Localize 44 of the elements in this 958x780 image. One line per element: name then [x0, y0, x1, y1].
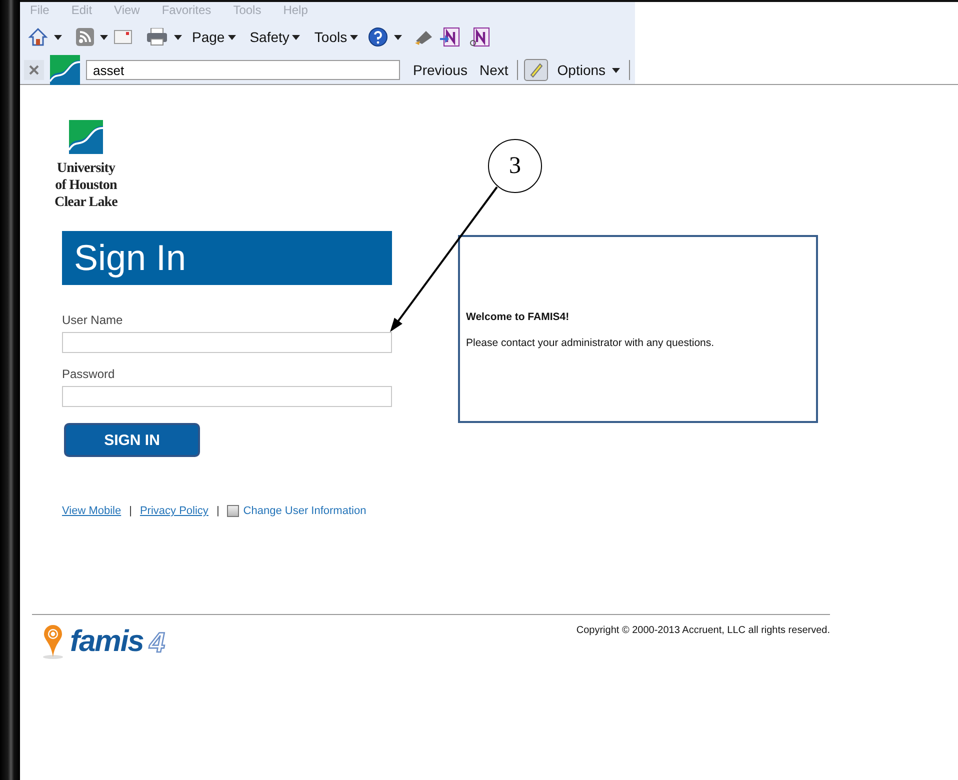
checkbox[interactable] [227, 505, 240, 517]
toolbar-menu[interactable]: Page [188, 29, 240, 45]
close-button[interactable] [24, 60, 44, 80]
printer-icon[interactable] [146, 28, 168, 46]
toolbar-menu[interactable]: Safety [246, 29, 304, 45]
find-button[interactable]: Previous [410, 62, 470, 78]
caret-icon[interactable] [54, 34, 62, 40]
sign-in-button[interactable]: SIGN IN [64, 423, 200, 457]
brand-wordmark: famis [70, 625, 144, 659]
checkbox-label[interactable]: Change User Information [243, 505, 366, 517]
input-field[interactable] [62, 332, 392, 353]
link-separator: | [216, 505, 220, 517]
input-field[interactable] [62, 386, 392, 407]
help-icon[interactable] [368, 27, 388, 47]
footer-link[interactable]: Privacy Policy [140, 505, 208, 517]
mail-icon[interactable] [114, 30, 132, 44]
logo-icon [50, 55, 80, 85]
welcome-heading: Welcome to FAMIS4! [466, 311, 570, 323]
onenote-icon[interactable] [470, 27, 490, 47]
caret-icon[interactable] [394, 34, 402, 40]
home-icon[interactable] [28, 27, 48, 47]
brand-version: 4 [149, 627, 165, 659]
university-name: University of Houston Clear Lake [54, 160, 118, 211]
feed-icon[interactable] [76, 28, 94, 46]
field-label: Password [62, 367, 116, 381]
close-icon[interactable] [29, 65, 39, 75]
toolbar-menu[interactable]: Tools [310, 29, 362, 45]
find-button[interactable]: Next [476, 62, 512, 78]
field-label: User Name [62, 313, 124, 327]
caret-icon[interactable] [100, 34, 108, 40]
highlight-button[interactable] [524, 59, 548, 81]
caret-icon[interactable] [174, 34, 182, 40]
welcome-message: Please contact your administrator with any questions. [466, 337, 716, 349]
link-separator: | [129, 505, 132, 517]
footer-link[interactable]: View Mobile [62, 505, 122, 517]
options-button[interactable]: Options [554, 62, 623, 78]
onenote-icon[interactable] [440, 27, 460, 47]
university-logo-icon [69, 120, 103, 154]
copyright-text: Copyright © 2000-2013 Accruent, LLC all rights reserved. [576, 625, 830, 638]
pin-icon [42, 625, 64, 659]
highlighter-icon[interactable] [528, 62, 544, 78]
find-field[interactable]: asset [86, 60, 400, 80]
callout-marker: 3 [488, 139, 542, 193]
sign-in-heading: Sign In [62, 231, 392, 285]
